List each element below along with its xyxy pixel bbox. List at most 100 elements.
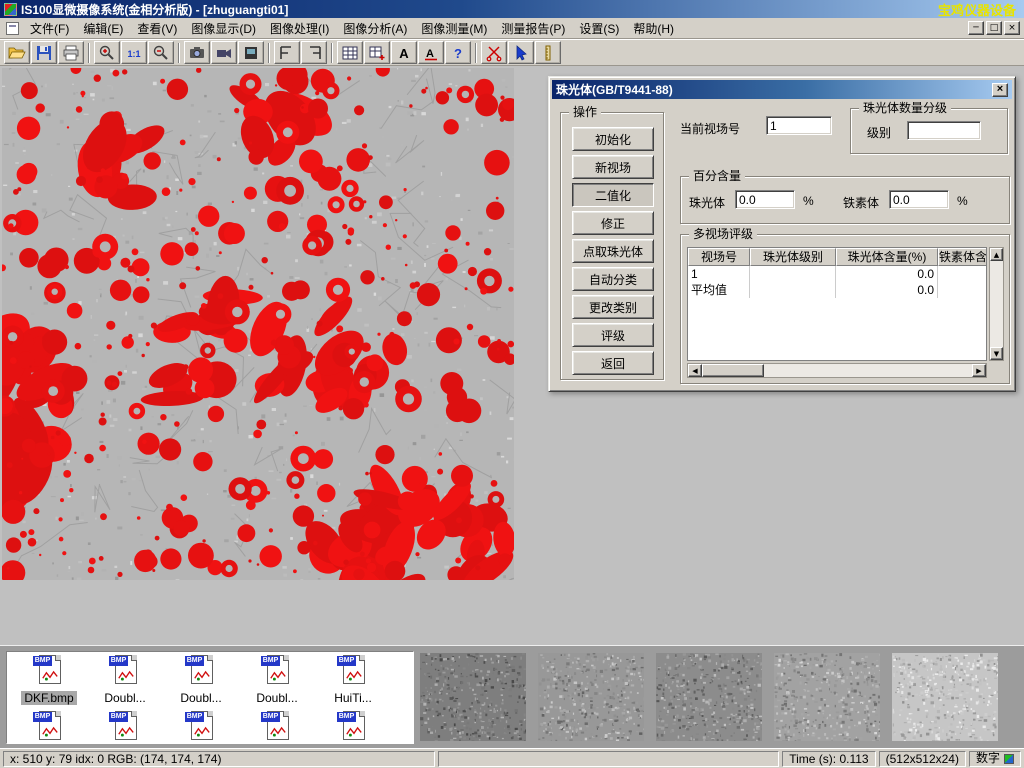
bmp-icon[interactable]: BMP <box>261 711 293 744</box>
bmp-icon[interactable]: BMP <box>337 655 369 689</box>
table-horizontal-scrollbar[interactable]: ◀ ▶ <box>687 363 987 378</box>
thumbnail-2[interactable] <box>538 653 644 741</box>
file-name[interactable]: DKF.bmp <box>21 691 76 705</box>
tool-zoom-in-button[interactable] <box>94 41 120 64</box>
op-button-initialize[interactable]: 初始化 <box>572 127 654 151</box>
file-item[interactable]: BMP HuiTi... <box>315 655 391 705</box>
file-name[interactable]: Doubl... <box>253 691 300 705</box>
mdi-minimize-button[interactable]: ─ <box>968 21 984 35</box>
tool-font-button[interactable]: A <box>418 41 444 64</box>
tool-print-button[interactable] <box>58 41 84 64</box>
thumbnail-4[interactable] <box>774 653 880 741</box>
menu-item-settings[interactable]: 设置(S) <box>572 17 626 40</box>
op-button-auto-classify[interactable]: 自动分类 <box>572 267 654 291</box>
menu-item-edit[interactable]: 编辑(E) <box>76 17 130 40</box>
op-button-change-class[interactable]: 更改类别 <box>572 295 654 319</box>
open-icon <box>8 44 26 62</box>
file-item-partial[interactable]: BMP <box>87 711 163 744</box>
bmp-icon[interactable]: BMP <box>33 711 65 744</box>
pearlite-percent-input[interactable] <box>735 190 795 209</box>
file-item-partial[interactable]: BMP <box>163 711 239 744</box>
file-item[interactable]: BMP Doubl... <box>239 655 315 705</box>
tool-caliper-h-button[interactable] <box>274 41 300 64</box>
tool-save-button[interactable] <box>31 41 57 64</box>
tool-caliper-v-button[interactable] <box>301 41 327 64</box>
bmp-icon[interactable]: BMP <box>261 655 293 689</box>
bmp-icon[interactable]: BMP <box>337 711 369 744</box>
menu-item-file[interactable]: 文件(F) <box>23 17 76 40</box>
scroll-right-icon[interactable]: ▶ <box>972 364 986 377</box>
micrograph-image[interactable] <box>2 68 514 580</box>
bmp-icon[interactable]: BMP <box>185 655 217 689</box>
title-bar[interactable]: IS100显微摄像系统(金相分析版) - [zhuguangti01] 宝鸡仪器… <box>0 0 1024 18</box>
document-system-icon[interactable] <box>6 22 19 35</box>
percent-sign: % <box>957 194 968 208</box>
file-panel: BMP DKF.bmp BMP Doubl... BMP Doubl... BMP Doubl… <box>0 645 1024 748</box>
mdi-restore-button[interactable]: □ <box>986 21 1002 35</box>
bmp-icon[interactable]: BMP <box>33 655 65 689</box>
cut-icon <box>485 44 503 62</box>
tool-help-button[interactable]: ? <box>445 41 471 64</box>
op-button-new-view[interactable]: 新视场 <box>572 155 654 179</box>
tool-ruler-button[interactable] <box>535 41 561 64</box>
current-view-label: 当前视场号 <box>680 120 740 137</box>
scroll-left-icon[interactable]: ◀ <box>688 364 702 377</box>
op-button-correct[interactable]: 修正 <box>572 211 654 235</box>
mdi-close-button[interactable]: × <box>1004 21 1020 35</box>
current-view-input[interactable] <box>766 116 832 135</box>
tool-text-button[interactable]: A <box>391 41 417 64</box>
menu-item-view[interactable]: 查看(V) <box>130 17 184 40</box>
bmp-icon[interactable]: BMP <box>109 711 141 744</box>
toolbar-separator <box>331 43 333 63</box>
tool-pointer-button[interactable] <box>508 41 534 64</box>
scroll-up-icon[interactable]: ▲ <box>990 248 1003 261</box>
dialog-close-button[interactable]: × <box>992 83 1008 97</box>
op-button-pick-pearlite[interactable]: 点取珠光体 <box>572 239 654 263</box>
menu-item-image-analysis[interactable]: 图像分析(A) <box>336 17 414 40</box>
op-button-grade[interactable]: 评级 <box>572 323 654 347</box>
op-button-binarize[interactable]: 二值化 <box>572 183 654 207</box>
table-row[interactable]: 平均值0.0 <box>688 282 986 298</box>
file-name[interactable]: Doubl... <box>101 691 148 705</box>
tool-freeze-button[interactable] <box>238 41 264 64</box>
menu-item-measurement-report[interactable]: 测量报告(P) <box>494 17 572 40</box>
menu-item-image-display[interactable]: 图像显示(D) <box>184 17 263 40</box>
file-item[interactable]: BMP DKF.bmp <box>11 655 87 705</box>
operations-group-label: 操作 <box>569 105 601 119</box>
op-button-return[interactable]: 返回 <box>572 351 654 375</box>
file-item-partial[interactable]: BMP <box>315 711 391 744</box>
menu-item-help[interactable]: 帮助(H) <box>626 17 681 40</box>
file-item-partial[interactable]: BMP <box>11 711 87 744</box>
file-item[interactable]: BMP Doubl... <box>163 655 239 705</box>
scrollbar-thumb[interactable] <box>702 364 764 377</box>
scroll-down-icon[interactable]: ▼ <box>990 347 1003 360</box>
tool-table-add-button[interactable] <box>364 41 390 64</box>
tool-zoom-out-button[interactable] <box>148 41 174 64</box>
grade-input[interactable] <box>907 121 981 140</box>
tool-cut-button[interactable] <box>481 41 507 64</box>
tool-actual-size-button[interactable]: 1:1 <box>121 41 147 64</box>
tool-table-button[interactable] <box>337 41 363 64</box>
ferrite-percent-input[interactable] <box>889 190 949 209</box>
tool-open-button[interactable] <box>4 41 30 64</box>
thumbnail-1[interactable] <box>420 653 526 741</box>
dialog-title-bar[interactable]: 珠光体(GB/T9441-88) × <box>552 80 1012 99</box>
save-icon <box>35 44 53 62</box>
file-item-partial[interactable]: BMP <box>239 711 315 744</box>
toolbar: 1:1 AA? <box>0 39 1024 66</box>
tool-video-button[interactable] <box>211 41 237 64</box>
menu-item-image-processing[interactable]: 图像处理(I) <box>263 17 336 40</box>
menu-item-image-measurement[interactable]: 图像测量(M) <box>414 17 494 40</box>
table-vertical-scrollbar[interactable]: ▲ ▼ <box>989 247 1004 361</box>
thumbnail-5[interactable] <box>892 653 998 741</box>
close-icon: × <box>997 83 1003 95</box>
ruler-icon <box>539 44 557 62</box>
file-name[interactable]: HuiTi... <box>331 691 375 705</box>
file-item[interactable]: BMP Doubl... <box>87 655 163 705</box>
bmp-icon[interactable]: BMP <box>185 711 217 744</box>
table-row[interactable]: 10.0 <box>688 266 986 282</box>
file-name[interactable]: Doubl... <box>177 691 224 705</box>
bmp-icon[interactable]: BMP <box>109 655 141 689</box>
thumbnail-3[interactable] <box>656 653 762 741</box>
tool-capture-button[interactable] <box>184 41 210 64</box>
